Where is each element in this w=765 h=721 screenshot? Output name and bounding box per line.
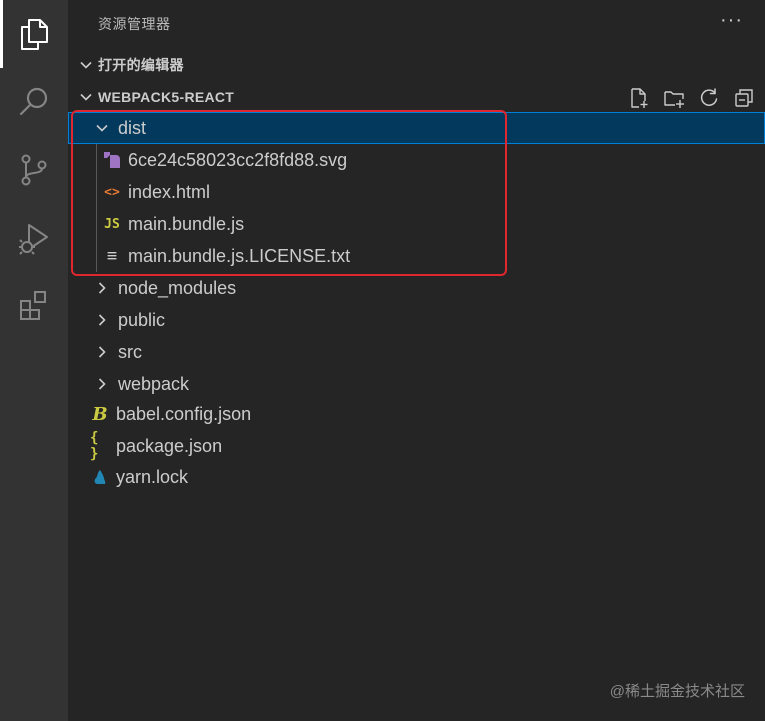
open-editors-label: 打开的编辑器 (98, 57, 184, 73)
refresh-icon[interactable] (696, 85, 722, 111)
activity-bar (0, 0, 68, 721)
explorer-title: 资源管理器 (98, 16, 171, 32)
chevron-right-icon (98, 378, 106, 390)
tree-folder-public[interactable]: public (68, 304, 765, 336)
active-indicator (0, 0, 3, 68)
chevron-right-icon (98, 282, 106, 294)
workspace-label: WEBPACK5-REACT (98, 89, 235, 105)
tree-item-label: index.html (128, 181, 211, 202)
tree-item-label: main.bundle.js.LICENSE.txt (128, 245, 351, 266)
source-control-icon[interactable] (14, 150, 54, 190)
tree-file-yarn-lock[interactable]: yarn.lock (68, 461, 765, 493)
chevron-down-icon (80, 93, 92, 101)
tree-item-label: src (118, 341, 142, 362)
tree-folder-webpack[interactable]: webpack (68, 368, 765, 400)
babel-file-icon: B (92, 403, 108, 425)
tree-file-txt[interactable]: ≡ main.bundle.js.LICENSE.txt (68, 240, 765, 272)
workspace-actions (626, 85, 757, 111)
workspace-header[interactable]: WEBPACK5-REACT (68, 84, 765, 110)
more-actions-button[interactable]: ··· (720, 10, 743, 30)
collapse-all-icon[interactable] (731, 85, 757, 111)
tree-item-label: yarn.lock (116, 466, 189, 487)
watermark: @稀土掘金技术社区 (609, 683, 745, 700)
tree-item-label: node_modules (118, 277, 237, 298)
tree-item-label: babel.config.json (116, 403, 252, 424)
svg-file-icon (102, 149, 122, 171)
yarn-file-icon (90, 466, 110, 488)
extensions-icon[interactable] (14, 286, 54, 326)
explorer-icon[interactable] (14, 14, 54, 54)
tree-item-label: webpack (118, 373, 190, 394)
tree-item-label: 6ce24c58023cc2f8fd88.svg (128, 149, 348, 170)
new-file-icon[interactable] (626, 85, 652, 111)
tree-item-label: main.bundle.js (128, 213, 245, 234)
json-file-icon: { } (90, 430, 99, 462)
chevron-right-icon (98, 314, 106, 326)
tree-item-label: public (118, 309, 166, 330)
tree-folder-node-modules[interactable]: node_modules (68, 272, 765, 304)
tree-file-html[interactable]: <> index.html (68, 176, 765, 208)
explorer-sidebar: 资源管理器 ··· 打开的编辑器 WEBPACK5-REACT dist 6ce… (68, 0, 765, 721)
run-debug-icon[interactable] (14, 218, 54, 258)
chevron-right-icon (98, 346, 106, 358)
tree-file-babel-config[interactable]: B babel.config.json (68, 398, 765, 430)
tree-folder-dist[interactable]: dist (68, 112, 765, 144)
new-folder-icon[interactable] (661, 85, 687, 111)
tree-file-svg[interactable]: 6ce24c58023cc2f8fd88.svg (68, 144, 765, 176)
text-file-icon: ≡ (106, 246, 118, 266)
tree-file-package-json[interactable]: { } package.json (68, 430, 765, 462)
tree-item-label: dist (118, 117, 147, 138)
open-editors-header[interactable]: 打开的编辑器 (68, 52, 765, 78)
search-icon[interactable] (14, 82, 54, 122)
js-file-icon: JS (104, 216, 120, 232)
chevron-down-icon (80, 61, 92, 69)
html-file-icon: <> (104, 184, 120, 200)
tree-file-js[interactable]: JS main.bundle.js (68, 208, 765, 240)
tree-item-label: package.json (116, 435, 223, 456)
tree-folder-src[interactable]: src (68, 336, 765, 368)
chevron-down-icon (96, 124, 108, 132)
